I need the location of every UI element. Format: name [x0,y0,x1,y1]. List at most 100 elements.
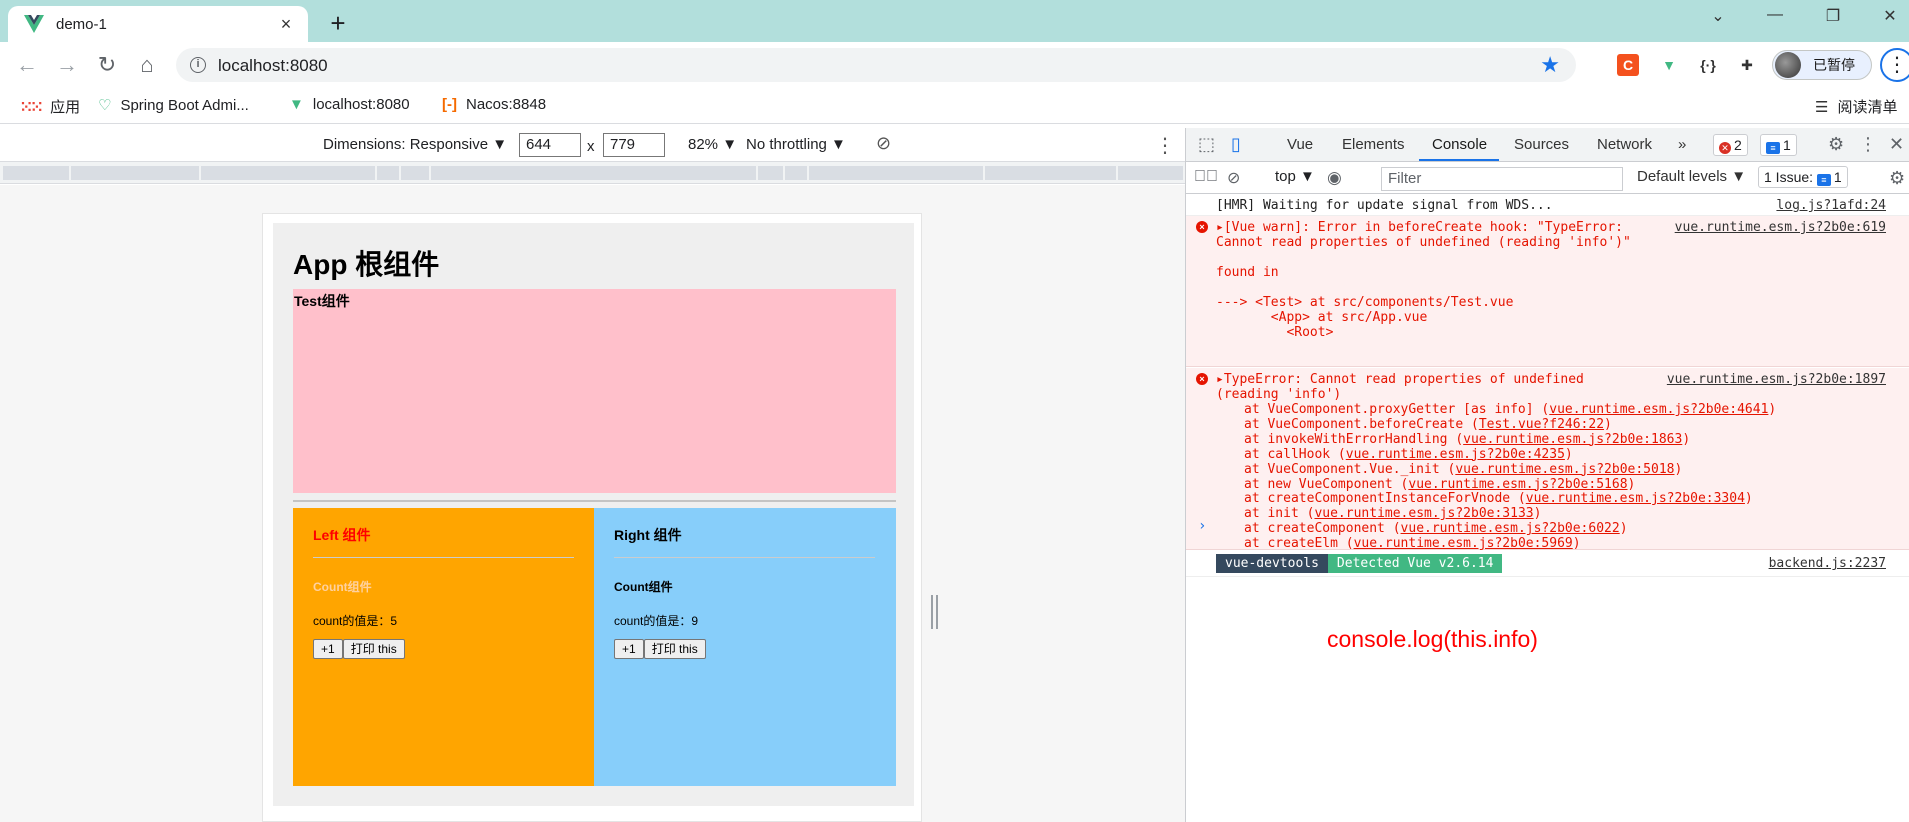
forward-icon[interactable]: → [52,50,82,80]
more-tabs-icon[interactable]: » [1678,136,1686,153]
frame-text: ) [1533,506,1542,522]
message-text[interactable]: ▸TypeError: Cannot read properties of un… [1216,372,1584,387]
reload-icon[interactable]: ↻ [92,50,122,80]
source-link[interactable]: vue.runtime.esm.js?2b0e:1897 [1667,372,1886,387]
home-icon[interactable]: ⌂ [132,50,162,80]
vue-devtools-extension-icon[interactable]: ▼ [1658,54,1680,76]
error-count-badge[interactable]: ✕ 2 [1713,134,1748,156]
browser-tab[interactable]: demo-1 × [8,6,308,42]
restore-icon[interactable]: ❐ [1818,6,1848,26]
filter-input[interactable]: Filter [1381,167,1623,191]
bookmarks-bar: ⁙⁙ 应用 ♡ Spring Boot Admi... ▼ localhost:… [0,88,1909,124]
stack-frame: at new VueComponent (vue.runtime.esm.js?… [1244,477,1635,492]
vue-logo-icon [24,15,44,33]
tab-search-icon[interactable]: ⌄ [1703,6,1733,26]
frame-link[interactable]: vue.runtime.esm.js?2b0e:6022 [1401,521,1620,536]
tab-network[interactable]: Network [1597,136,1652,153]
chrome-menu-icon[interactable]: ⋮ [1880,48,1909,82]
frame-link[interactable]: vue.runtime.esm.js?2b0e:5969 [1354,536,1573,551]
frame-text: ) [1682,431,1691,447]
error-count: 2 [1734,137,1742,153]
bookmark-localhost[interactable]: ▼ localhost:8080 [289,96,410,113]
close-window-icon[interactable]: ✕ [1875,6,1905,26]
issues-button[interactable]: 1 Issue: ≡ 1 [1758,166,1848,188]
info-count-badge[interactable]: ≡ 1 [1760,134,1797,156]
bookmark-spring-boot-admin[interactable]: ♡ Spring Boot Admi... [98,96,249,115]
live-expression-eye-icon[interactable]: ◉ [1327,168,1342,188]
console-message: vue-devtools Detected Vue v2.6.14 backend… [1186,551,1909,577]
device-toggle-icon[interactable]: ▯ [1231,134,1241,155]
more-options-icon[interactable]: ⋮ [1155,133,1175,158]
throttling-select[interactable]: No throttling ▼ [746,136,846,153]
console-output: [HMR] Waiting for update signal from WDS… [1186,194,1909,822]
frame-link[interactable]: vue.runtime.esm.js?2b0e:1863 [1463,432,1682,447]
console-prompt[interactable]: › [1198,518,1206,534]
omnibox[interactable]: i localhost:8080 ★ [176,48,1576,82]
devtools-tabbar: ⬚ ▯ Vue Elements Console Sources Network… [1186,128,1909,162]
frame-link[interactable]: vue.runtime.esm.js?2b0e:4235 [1346,447,1565,462]
left-title: Left 组件 [313,527,371,543]
bookmark-nacos[interactable]: [-] Nacos:8848 [442,96,546,113]
print-this-button[interactable]: 打印 this [342,639,405,659]
console-toolbar: ▸⃞ ⊘ top ▼ ◉ Filter Default levels ▼ 1 I… [1186,162,1909,194]
bookmark-star-icon[interactable]: ★ [1540,52,1560,78]
frame-link[interactable]: vue.runtime.esm.js?2b0e:5018 [1455,462,1674,477]
close-devtools-icon[interactable]: ✕ [1889,134,1904,155]
extensions-puzzle-icon[interactable]: ✚ [1736,54,1758,76]
console-settings-icon[interactable]: ⚙ [1889,168,1905,189]
resize-handle[interactable] [931,595,938,629]
frame-link[interactable]: vue.runtime.esm.js?2b0e:3304 [1526,491,1745,506]
frame-link[interactable]: vue.runtime.esm.js?2b0e:3133 [1314,506,1533,521]
message-text: <App> at src/App.vue [1216,310,1428,325]
frame-link[interactable]: vue.runtime.esm.js?2b0e:4641 [1549,402,1768,417]
stack-frame: at VueComponent.proxyGetter [as info] (v… [1244,402,1776,417]
frame-link[interactable]: vue.runtime.esm.js?2b0e:5168 [1408,477,1627,492]
tab-vue[interactable]: Vue [1287,136,1313,153]
message-text[interactable]: ▸[Vue warn]: Error in beforeCreate hook:… [1216,220,1623,235]
site-info-icon[interactable]: i [190,57,206,73]
bookmark-apps[interactable]: ⁙⁙ 应用 [20,96,80,117]
url-text[interactable]: localhost:8080 [218,56,328,76]
frame-text: ) [1744,491,1753,507]
context-select[interactable]: top ▼ [1275,168,1315,185]
tab-sources[interactable]: Sources [1514,136,1569,153]
minimize-icon[interactable]: — [1760,6,1790,24]
print-this-button[interactable]: 打印 this [643,639,706,659]
stack-frame: at VueComponent.Vue._init (vue.runtime.e… [1244,462,1682,477]
extension-c-icon[interactable]: C [1617,54,1639,76]
json-extension-icon[interactable]: {·} [1697,54,1719,76]
devtools-menu-icon[interactable]: ⋮ [1859,134,1877,155]
source-link[interactable]: log.js?1afd:24 [1776,198,1886,213]
inspect-element-icon[interactable]: ⬚ [1198,134,1215,155]
bookmark-label: 应用 [50,99,81,116]
stack-frame: at invokeWithErrorHandling (vue.runtime.… [1244,432,1690,447]
new-tab-button[interactable]: + [323,8,353,39]
right-title: Right 组件 [614,527,682,543]
log-levels-select[interactable]: Default levels ▼ [1637,168,1746,185]
tab-title: demo-1 [56,15,107,33]
sidebar-toggle-icon[interactable]: ▸⃞ [1194,168,1218,186]
profile-button[interactable]: 已暂停 [1772,50,1872,80]
address-toolbar: ← → ↻ ⌂ i localhost:8080 ★ C ▼ {·} ✚ 已暂停… [0,42,1909,88]
close-tab-icon[interactable]: × [276,14,296,35]
frame-text: ) [1674,461,1683,477]
tab-elements[interactable]: Elements [1342,136,1405,153]
settings-gear-icon[interactable]: ⚙ [1828,134,1844,155]
increment-button[interactable]: +1 [313,639,343,659]
reading-list-button[interactable]: ☰ 阅读清单 [1815,96,1897,117]
width-input[interactable]: 644 [519,133,581,157]
reading-list-icon: ☰ [1815,98,1829,116]
zoom-select[interactable]: 82% ▼ [688,136,737,153]
ruler-track [3,166,1183,180]
rotate-icon[interactable]: ⊘ [876,133,891,154]
clear-console-icon[interactable]: ⊘ [1227,168,1240,188]
source-link[interactable]: backend.js:2237 [1769,556,1886,571]
frame-text: ) [1627,476,1636,492]
back-icon[interactable]: ← [12,50,42,80]
height-input[interactable]: 779 [603,133,665,157]
increment-button[interactable]: +1 [614,639,644,659]
dimensions-select[interactable]: Dimensions: Responsive ▼ [323,136,507,153]
frame-link[interactable]: Test.vue?f246:22 [1479,417,1604,432]
source-link[interactable]: vue.runtime.esm.js?2b0e:619 [1675,220,1886,235]
tab-console[interactable]: Console [1432,136,1487,153]
